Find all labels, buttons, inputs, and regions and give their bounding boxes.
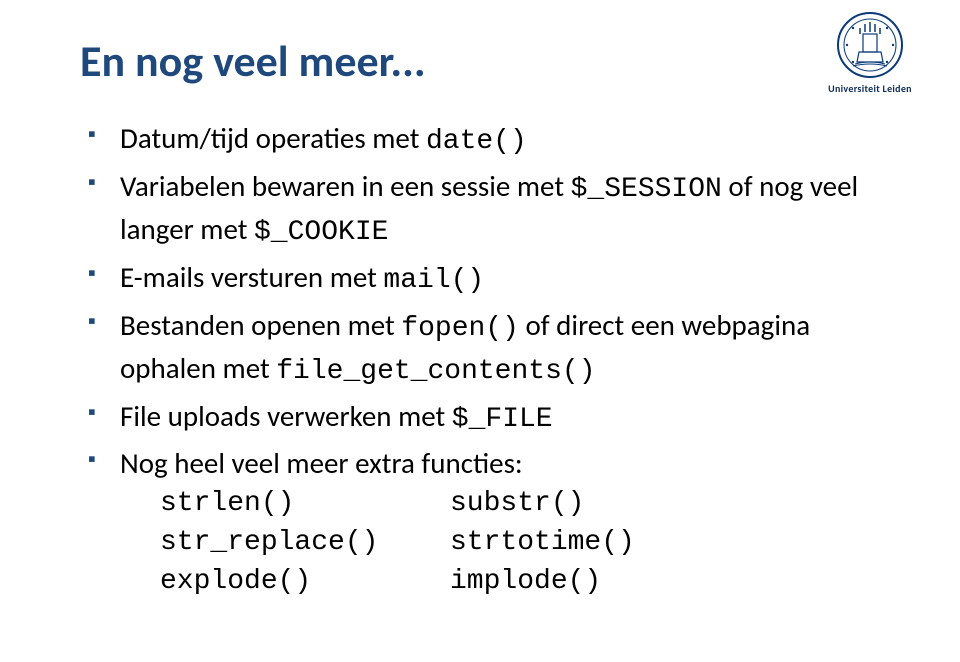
university-logo: Universiteit Leiden (810, 10, 930, 95)
code: fopen() (401, 313, 519, 344)
code: file_get_contents() (276, 356, 595, 387)
function-name: strlen() (160, 485, 450, 524)
bullet-item-fopen: Bestanden openen met fopen() of direct e… (88, 305, 900, 392)
function-row: str_replace() strtotime() (160, 524, 900, 563)
bullet-item-date: Datum/tijd operaties met date() (88, 118, 900, 162)
text: File uploads verwerken met (120, 398, 452, 434)
bullet-list: Datum/tijd operaties met date() Variabel… (80, 118, 900, 601)
code: $_COOKIE (254, 217, 388, 248)
bullet-item-session: Variabelen bewaren in een sessie met $_S… (88, 166, 900, 253)
text: Nog heel veel meer extra functies: (120, 445, 523, 481)
function-row: explode() implode() (160, 563, 900, 602)
function-name: explode() (160, 563, 450, 602)
code: $_FILE (452, 404, 553, 435)
function-name: implode() (450, 563, 740, 602)
university-name: Universiteit Leiden (810, 82, 930, 95)
function-name: strtotime() (450, 524, 740, 563)
text: Datum/tijd operaties met (120, 120, 426, 156)
function-row: strlen() substr() (160, 485, 900, 524)
bullet-item-file-upload: File uploads verwerken met $_FILE (88, 396, 900, 440)
code: date() (426, 126, 527, 157)
function-name: substr() (450, 485, 740, 524)
seal-icon (835, 10, 905, 80)
code: mail() (383, 265, 484, 296)
function-table: strlen() substr() str_replace() strtotim… (120, 485, 900, 601)
bullet-item-more-functions: Nog heel veel meer extra functies: strle… (88, 443, 900, 601)
text: Bestanden openen met (120, 307, 401, 343)
bullet-item-mail: E-mails versturen met mail() (88, 257, 900, 301)
text: Variabelen bewaren in een sessie met (120, 168, 571, 204)
function-name: str_replace() (160, 524, 450, 563)
code: $_SESSION (571, 174, 722, 205)
text: E-mails versturen met (120, 259, 383, 295)
slide-title: En nog veel meer... (80, 34, 900, 88)
